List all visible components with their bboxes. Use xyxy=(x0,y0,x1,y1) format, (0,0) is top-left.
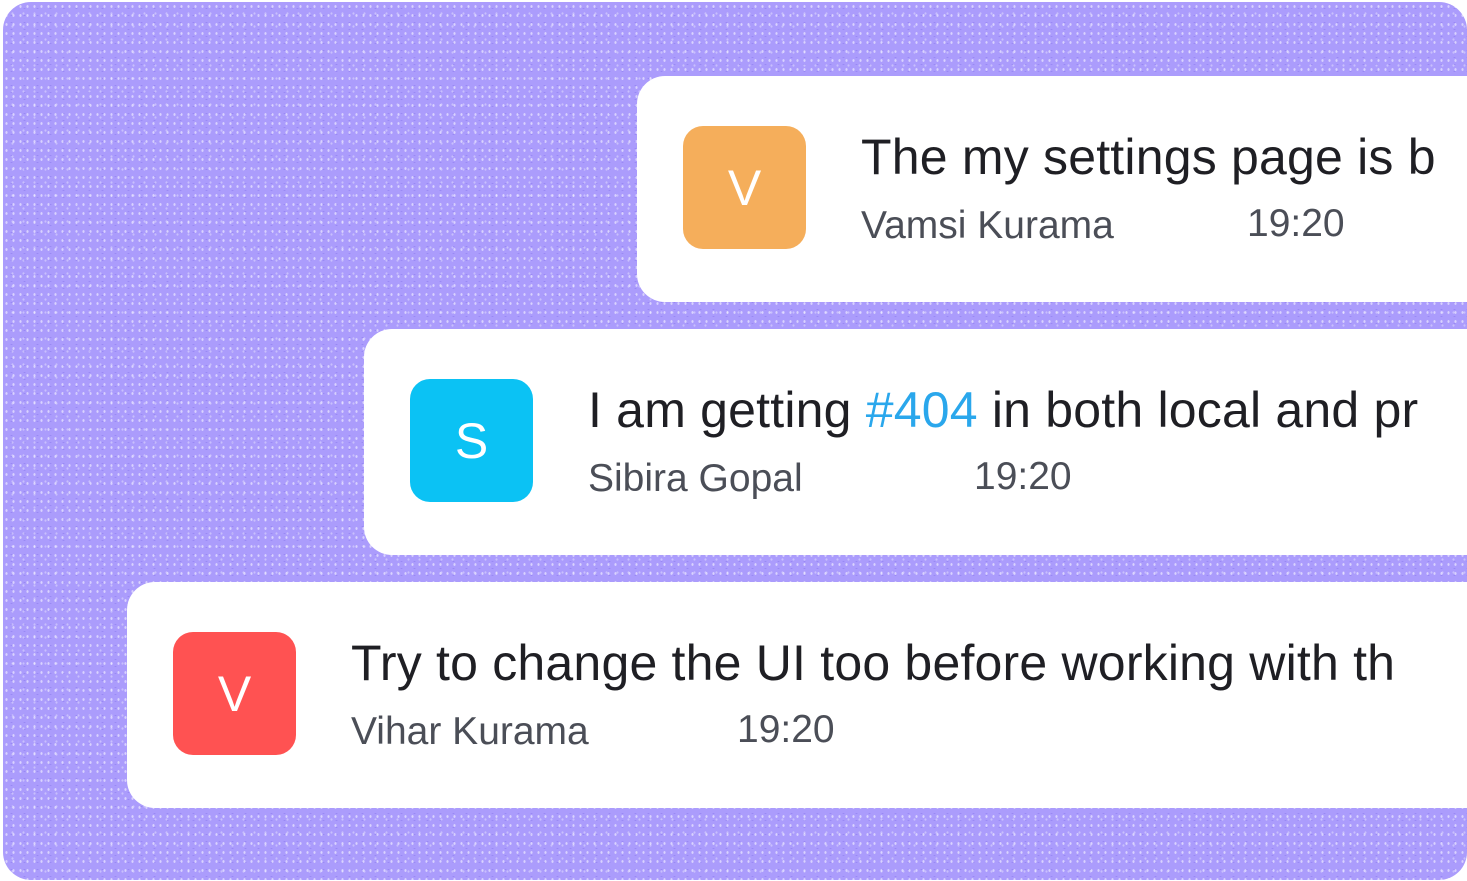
message-card[interactable]: V Try to change the UI too before workin… xyxy=(127,582,1467,808)
author-name: Vamsi Kurama xyxy=(861,204,1114,247)
message-timestamp: 19:20 xyxy=(974,455,1072,498)
message-text: The my settings page is b xyxy=(861,129,1436,185)
message-timestamp: 19:20 xyxy=(1247,202,1345,245)
message-text-part: in both local and pr xyxy=(977,382,1419,438)
chat-preview-panel: V The my settings page is b Vamsi Kurama… xyxy=(3,2,1467,880)
message-card[interactable]: V The my settings page is b Vamsi Kurama… xyxy=(637,76,1467,302)
issue-tag-link[interactable]: #404 xyxy=(866,382,978,438)
message-card[interactable]: S I am getting #404 in both local and pr… xyxy=(364,329,1467,555)
avatar: S xyxy=(410,379,533,502)
avatar: V xyxy=(683,126,806,249)
message-text-part: I am getting xyxy=(588,382,866,438)
author-name: Sibira Gopal xyxy=(588,457,803,500)
message-text: I am getting #404 in both local and pr xyxy=(588,381,1418,439)
message-timestamp: 19:20 xyxy=(737,708,835,751)
author-name: Vihar Kurama xyxy=(351,710,589,753)
message-text: Try to change the UI too before working … xyxy=(351,635,1396,691)
avatar: V xyxy=(173,632,296,755)
